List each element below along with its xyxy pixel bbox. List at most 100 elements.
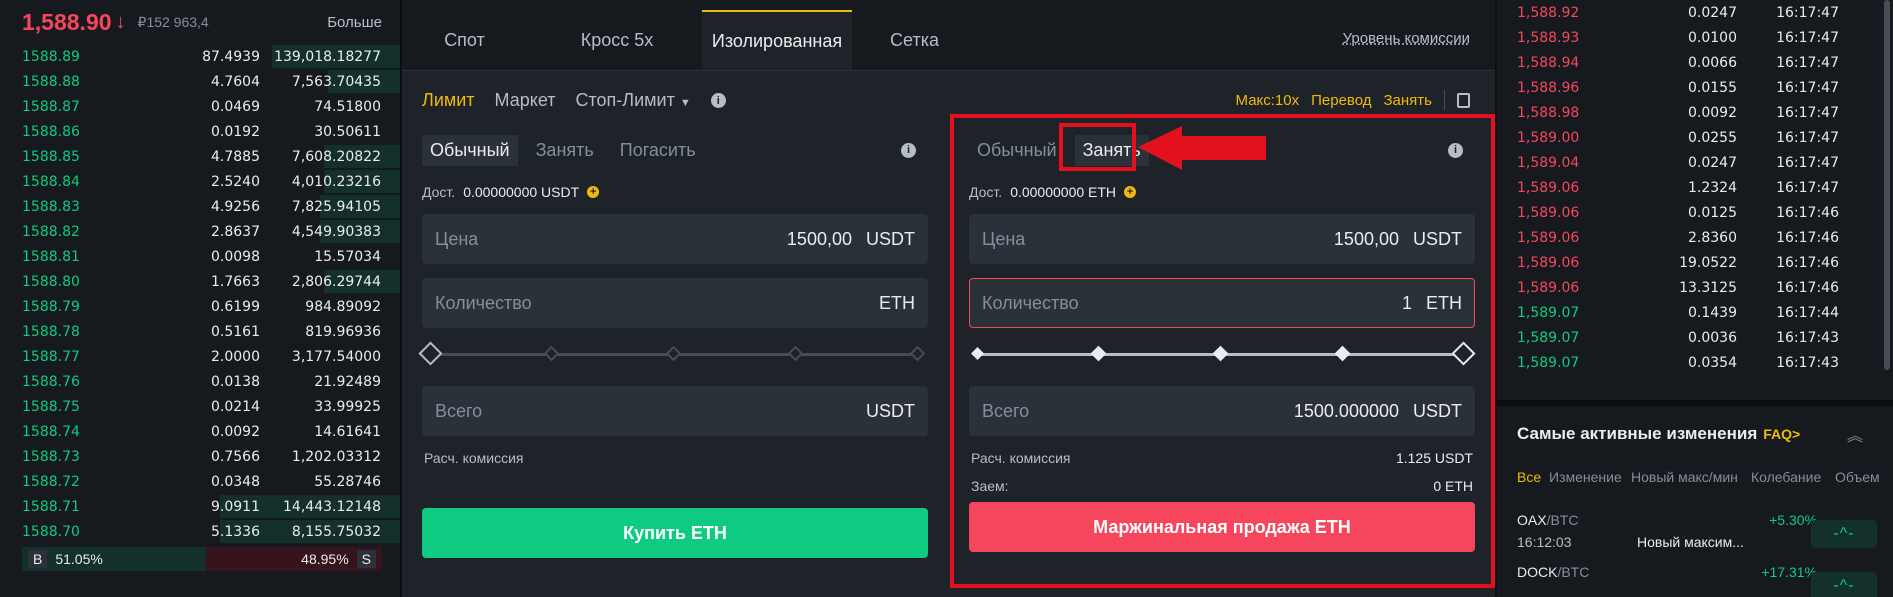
- bid-row[interactable]: 1588.76 0.0138 21.92489: [0, 369, 400, 394]
- trade-amount: 0.0092: [1688, 104, 1737, 121]
- scrollbar[interactable]: [1881, 0, 1893, 380]
- movers-tab-change[interactable]: Изменение: [1549, 469, 1631, 485]
- tab-spot[interactable]: Спот: [402, 10, 527, 70]
- movers-tab-all[interactable]: Все: [1517, 469, 1549, 485]
- buy-price-input[interactable]: Цена 1500,00 USDT: [422, 214, 928, 264]
- slider-mark-50[interactable]: [665, 345, 682, 362]
- mover-item[interactable]: DOCK/BTC +17.31% -^-: [1517, 564, 1877, 597]
- borrow-link[interactable]: Занять: [1384, 92, 1433, 109]
- caret-down-icon: ▼: [679, 97, 691, 109]
- bid-row[interactable]: 1588.80 1.7663 2,806.29744: [0, 269, 400, 294]
- bid-row[interactable]: 1588.77 2.0000 3,177.54000: [0, 344, 400, 369]
- bid-row[interactable]: 1588.83 4.9256 7,825.94105: [0, 194, 400, 219]
- bid-total: 4,010.23216: [291, 173, 381, 190]
- bid-row[interactable]: 1588.85 4.7885 7,608.20822: [0, 144, 400, 169]
- movers-tab-volume[interactable]: Объем: [1835, 469, 1880, 485]
- bid-total: 4,549.90383: [291, 223, 381, 240]
- scrollbar-thumb[interactable]: [1884, 0, 1890, 370]
- slider-mark-25[interactable]: [543, 345, 560, 362]
- plus-icon[interactable]: +: [587, 186, 600, 198]
- buy-fee: Расч. комиссия: [422, 450, 928, 466]
- buy-mode-repay[interactable]: Погасить: [612, 135, 704, 166]
- bid-row[interactable]: 1588.88 4.7604 7,563.70435: [0, 69, 400, 94]
- trade-amount: 0.0100: [1688, 29, 1737, 46]
- order-type-limit[interactable]: Лимит: [422, 90, 475, 111]
- trade-price: 1,588.98: [1517, 104, 1580, 121]
- bid-row[interactable]: 1588.79 0.6199 984.89092: [0, 294, 400, 319]
- transfer-link[interactable]: Перевод: [1311, 92, 1371, 109]
- tab-cross[interactable]: Кросс 5x: [527, 10, 707, 70]
- buy-mode-borrow[interactable]: Занять: [528, 135, 602, 166]
- bid-price: 1588.71: [22, 498, 80, 515]
- trade-amount: 0.1439: [1688, 304, 1737, 321]
- buy-button[interactable]: Купить ETH: [422, 508, 928, 558]
- calculator-icon[interactable]: [1457, 92, 1470, 108]
- trade-row: 1,589.06 19.0522 16:17:46: [1497, 250, 1893, 275]
- bid-row[interactable]: 1588.72 0.0348 55.28746: [0, 469, 400, 494]
- tab-isolated[interactable]: Изолированная: [702, 10, 852, 70]
- bid-row[interactable]: 1588.75 0.0214 33.99925: [0, 394, 400, 419]
- bid-amount: 2.8637: [211, 223, 260, 240]
- buy-mode-normal[interactable]: Обычный: [422, 134, 518, 166]
- bid-row[interactable]: 1588.89 87.4939 139,018.18277: [0, 44, 400, 69]
- trade-row: 1,589.06 0.0125 16:17:46: [1497, 200, 1893, 225]
- trade-amount: 0.0036: [1688, 329, 1737, 346]
- trade-price: 1,588.93: [1517, 29, 1580, 46]
- bid-row[interactable]: 1588.70 5.1336 8,155.75032: [0, 519, 400, 544]
- buy-quantity-input[interactable]: Количество ETH: [422, 278, 928, 328]
- bid-total: 21.92489: [314, 373, 381, 390]
- bid-row[interactable]: 1588.87 0.0469 74.51800: [0, 94, 400, 119]
- bid-row[interactable]: 1588.84 2.5240 4,010.23216: [0, 169, 400, 194]
- trade-row: 1,589.04 0.0247 16:17:47: [1497, 150, 1893, 175]
- trade-time: 16:17:43: [1776, 354, 1839, 371]
- slider-handle[interactable]: [418, 341, 443, 366]
- mover-base: OAX: [1517, 512, 1547, 528]
- trade-price: 1,589.06: [1517, 279, 1580, 296]
- bid-total: 819.96936: [305, 323, 381, 340]
- slider-mark-75[interactable]: [787, 345, 804, 362]
- faq-link[interactable]: FAQ>: [1763, 426, 1800, 442]
- max-leverage[interactable]: Макс:10x: [1236, 92, 1300, 109]
- bid-row[interactable]: 1588.81 0.0098 15.57034: [0, 244, 400, 269]
- order-type-market[interactable]: Маркет: [495, 90, 556, 111]
- bid-amount: 0.0092: [211, 423, 260, 440]
- slider-mark-100[interactable]: [909, 345, 926, 362]
- trade-time: 16:17:46: [1776, 204, 1839, 221]
- bid-row[interactable]: 1588.73 0.7566 1,202.03312: [0, 444, 400, 469]
- info-icon[interactable]: i: [710, 93, 726, 108]
- bid-price: 1588.84: [22, 173, 80, 190]
- bid-row[interactable]: 1588.86 0.0192 30.50611: [0, 119, 400, 144]
- bid-amount: 2.5240: [211, 173, 260, 190]
- trade-row: 1,589.06 13.3125 16:17:46: [1497, 275, 1893, 300]
- trade-amount: 2.8360: [1688, 229, 1737, 246]
- movers-tab-volatility[interactable]: Колебание: [1751, 469, 1835, 485]
- collapse-icon[interactable]: ︽: [1847, 422, 1863, 446]
- buy-total-input[interactable]: Всего USDT: [422, 386, 928, 436]
- stop-limit-label: Стоп-Лимит: [575, 90, 675, 110]
- trade-time: 16:17:47: [1776, 29, 1839, 46]
- highlight-box-sell-panel: [950, 114, 1495, 588]
- order-type-stop-limit[interactable]: Стоп-Лимит ▼: [576, 90, 691, 111]
- bid-amount: 0.5161: [211, 323, 260, 340]
- mover-item[interactable]: OAX/BTC 16:12:03 +5.30% Новый максим... …: [1517, 512, 1877, 556]
- last-price-fiat: ₽152 963,4: [137, 13, 209, 30]
- bid-total: 7,563.70435: [291, 73, 381, 90]
- info-icon[interactable]: i: [901, 142, 916, 158]
- highlight-box-borrow-tab: [1059, 123, 1136, 171]
- bid-total: 55.28746: [314, 473, 381, 490]
- bid-price: 1588.78: [22, 323, 80, 340]
- fee-level-link[interactable]: Уровень комиссии: [1343, 30, 1470, 47]
- bid-row[interactable]: 1588.78 0.5161 819.96936: [0, 319, 400, 344]
- tab-grid[interactable]: Сетка: [852, 10, 977, 70]
- trade-price: 1,588.94: [1517, 54, 1580, 71]
- bid-row[interactable]: 1588.82 2.8637 4,549.90383: [0, 219, 400, 244]
- bid-amount: 0.0469: [211, 98, 260, 115]
- bid-row[interactable]: 1588.74 0.0092 14.61641: [0, 419, 400, 444]
- trade-row: 1,588.92 0.0247 16:17:47: [1497, 0, 1893, 25]
- movers-tab-newhighlow[interactable]: Новый макс/мин: [1631, 468, 1751, 486]
- order-book: 1,588.90 ↓ ₽152 963,4 Больше 1588.89 87.4…: [0, 0, 400, 597]
- buy-amount-slider[interactable]: [418, 340, 928, 368]
- trade-time: 16:17:47: [1776, 154, 1839, 171]
- bid-row[interactable]: 1588.71 9.0911 14,443.12148: [0, 494, 400, 519]
- more-link[interactable]: Больше: [327, 14, 382, 31]
